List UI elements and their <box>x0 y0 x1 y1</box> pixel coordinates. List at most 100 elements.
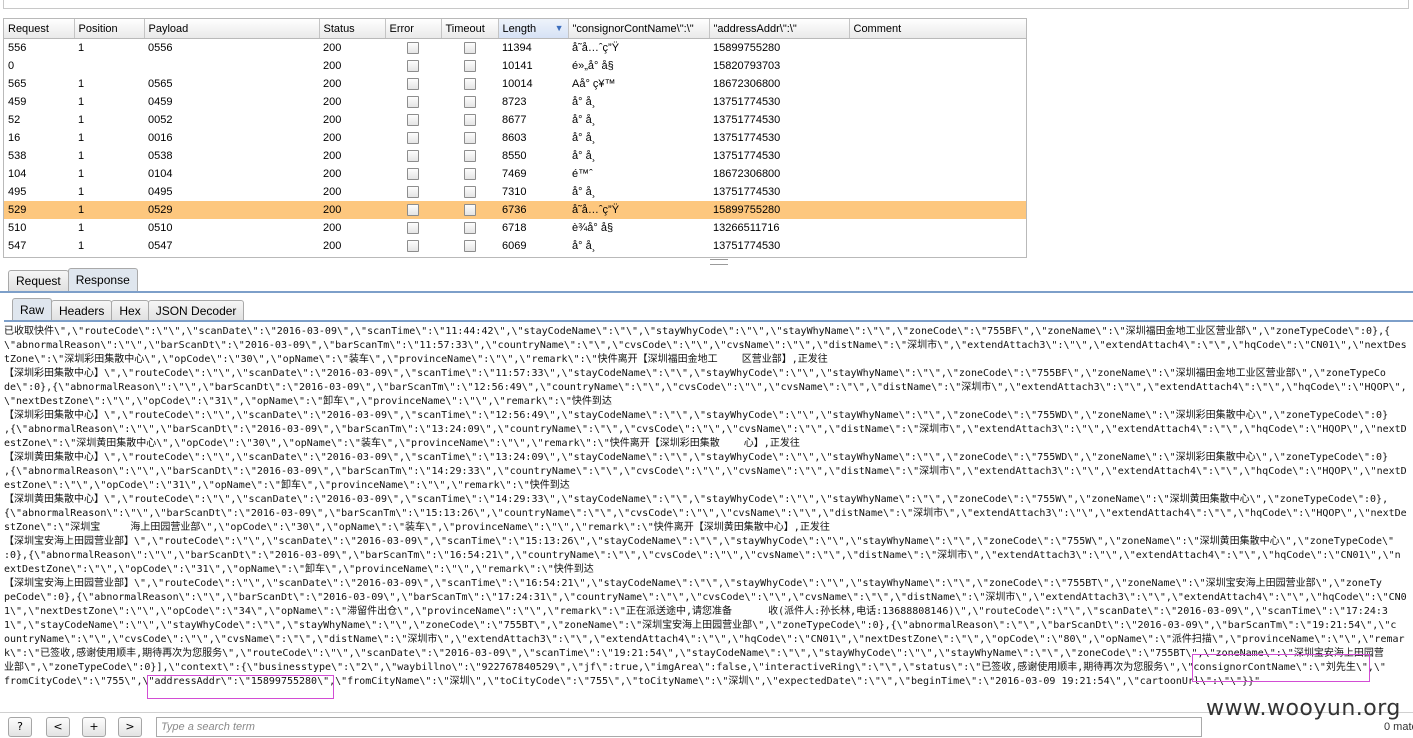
cell-comment <box>849 237 1026 255</box>
cell-consignor: å° å¸ <box>572 114 596 126</box>
results-table[interactable]: Request Position Payload Status Error Timeout… <box>3 18 1027 258</box>
checkbox[interactable] <box>463 204 476 217</box>
cell-length: 7469 <box>502 168 527 180</box>
cell-request: 495 <box>8 186 27 198</box>
split-handle[interactable] <box>710 259 728 265</box>
cell-consignor: å° å¸ <box>572 132 596 144</box>
cell-comment <box>849 93 1026 111</box>
cell-address: 18672306800 <box>713 168 781 180</box>
table-row[interactable]: 565 1 0565 200 10014 Aå° ç¥™ 18672306800 <box>4 75 1026 93</box>
top-filter-area <box>0 0 1413 14</box>
checkbox[interactable] <box>463 60 476 73</box>
cell-position: 1 <box>78 42 85 54</box>
checkbox-cell <box>441 57 498 75</box>
checkbox-cell <box>385 75 441 93</box>
raw-line: 【深圳彩田集散中心】\",\"routeCode\":\"\",\"scanDa… <box>4 410 1389 421</box>
cell-status: 200 <box>323 96 342 108</box>
table-row[interactable]: 556 1 0556 200 11394 å˜å…ˆç”Ÿ 15899755280 <box>4 39 1026 58</box>
checkbox[interactable] <box>463 114 476 127</box>
subtab-raw[interactable]: Raw <box>12 298 53 321</box>
cell-request: 104 <box>8 168 27 180</box>
column-header[interactable]: "consignorContName\":\" <box>568 19 710 39</box>
cell-request: 16 <box>8 132 21 144</box>
tab-request[interactable]: Request <box>8 270 69 291</box>
raw-line: 1\",\"stayCodeName\":\"\",\"stayWhyCode\… <box>4 620 1397 631</box>
checkbox[interactable] <box>463 240 476 253</box>
cell-status: 200 <box>323 186 342 198</box>
subtab-headers[interactable]: Headers <box>51 300 113 321</box>
tab-response[interactable]: Response <box>67 268 138 291</box>
column-header[interactable]: Length ▼ <box>498 19 569 39</box>
filter-bar[interactable] <box>3 0 1409 9</box>
checkbox[interactable] <box>463 132 476 145</box>
column-header[interactable]: "addressAddr\":\" <box>709 19 850 39</box>
cell-position: 1 <box>78 240 85 252</box>
cell-consignor: Aå° ç¥™ <box>572 78 616 90</box>
column-header-label: Length <box>502 22 537 35</box>
raw-response-body[interactable]: 已收取快件\",\"routeCode\":\"\",\"scanDate\":… <box>4 325 1410 697</box>
table-row[interactable]: 0 200 10141 é»„å° å§ 15820793703 <box>4 57 1026 75</box>
checkbox-cell <box>441 75 498 93</box>
column-header-label: Timeout <box>445 22 485 35</box>
checkbox[interactable] <box>407 186 419 199</box>
table-row[interactable]: 547 1 0547 200 6069 å° å¸ 13751774530 <box>4 237 1026 255</box>
table-row[interactable]: 495 1 0495 200 7310 å° å¸ 13751774530 <box>4 183 1026 201</box>
checkbox-cell <box>385 111 441 129</box>
cell-comment <box>849 57 1026 75</box>
table-row[interactable]: 52 1 0052 200 8677 å° å¸ 13751774530 <box>4 111 1026 129</box>
checkbox[interactable] <box>463 96 476 109</box>
column-header[interactable]: Request <box>4 19 75 39</box>
checkbox[interactable] <box>463 150 476 163</box>
previous-button[interactable]: < <box>46 717 70 737</box>
checkbox[interactable] <box>463 168 476 181</box>
column-header[interactable]: Timeout <box>441 19 499 39</box>
checkbox[interactable] <box>407 168 419 181</box>
cell-length: 6736 <box>498 201 568 219</box>
checkbox[interactable] <box>463 186 476 199</box>
cell-consignor: å° å¸ <box>572 96 596 108</box>
table-row[interactable]: 538 1 0538 200 8550 å° å¸ 13751774530 <box>4 147 1026 165</box>
checkbox[interactable] <box>407 60 419 73</box>
checkbox[interactable] <box>463 222 476 235</box>
cell-address: 13751774530 <box>713 150 781 162</box>
checkbox[interactable] <box>407 78 419 91</box>
checkbox[interactable] <box>407 132 419 145</box>
column-header[interactable]: Status <box>319 19 386 39</box>
checkbox[interactable] <box>407 96 419 109</box>
next-button[interactable]: > <box>118 717 142 737</box>
cell-comment <box>849 129 1026 147</box>
table-row[interactable]: 16 1 0016 200 8603 å° å¸ 13751774530 <box>4 129 1026 147</box>
checkbox[interactable] <box>463 78 476 91</box>
column-header[interactable]: Position <box>74 19 145 39</box>
checkbox[interactable] <box>407 222 419 235</box>
tab-underline <box>0 291 1413 293</box>
search-input[interactable]: Type a search term <box>156 717 1202 737</box>
table-row[interactable]: 529 1 0529 200 6736 å˜å…ˆç”Ÿ 15899755280 <box>4 201 1026 219</box>
highlight-address <box>147 675 334 699</box>
subtab-json-decoder[interactable]: JSON Decoder <box>147 300 245 321</box>
table-row[interactable]: 510 1 0510 200 6718 è¾å° å§ 13266511716 <box>4 219 1026 237</box>
raw-line: \"abnormalReason\":\"\",\"barScanDt\":\"… <box>4 340 1407 351</box>
table-row[interactable]: 104 1 0104 200 7469 é™ˆ 18672306800 <box>4 165 1026 183</box>
checkbox[interactable] <box>407 204 419 217</box>
checkbox[interactable] <box>407 240 419 253</box>
column-header[interactable]: Error <box>385 19 442 39</box>
cell-status: 200 <box>319 201 385 219</box>
subtab-hex[interactable]: Hex <box>111 300 149 321</box>
raw-line: ,{\"abnormalReason\":\"\",\"barScanDt\":… <box>4 424 1407 435</box>
column-header[interactable]: Payload <box>144 19 320 39</box>
table-row[interactable]: 459 1 0459 200 8723 å° å¸ 13751774530 <box>4 93 1026 111</box>
checkbox[interactable] <box>407 150 419 163</box>
checkbox[interactable] <box>407 114 419 127</box>
column-header[interactable]: Comment <box>849 19 1026 39</box>
checkbox-cell <box>441 147 498 165</box>
raw-line: 【深圳宝安海上田园营业部】\",\"routeCode\":\"\",\"sca… <box>4 578 1382 589</box>
raw-line: extDestZone\":\"\",\"opCode\":\"31\",\"o… <box>4 564 594 575</box>
cell-position: 1 <box>78 132 85 144</box>
raw-line: {\"abnormalReason\":\"\",\"barScanDt\":\… <box>4 508 1407 519</box>
checkbox[interactable] <box>463 42 476 55</box>
cell-payload: 0510 <box>148 222 173 234</box>
add-button[interactable]: + <box>82 717 106 737</box>
checkbox[interactable] <box>407 42 419 55</box>
help-button[interactable]: ? <box>8 717 32 737</box>
